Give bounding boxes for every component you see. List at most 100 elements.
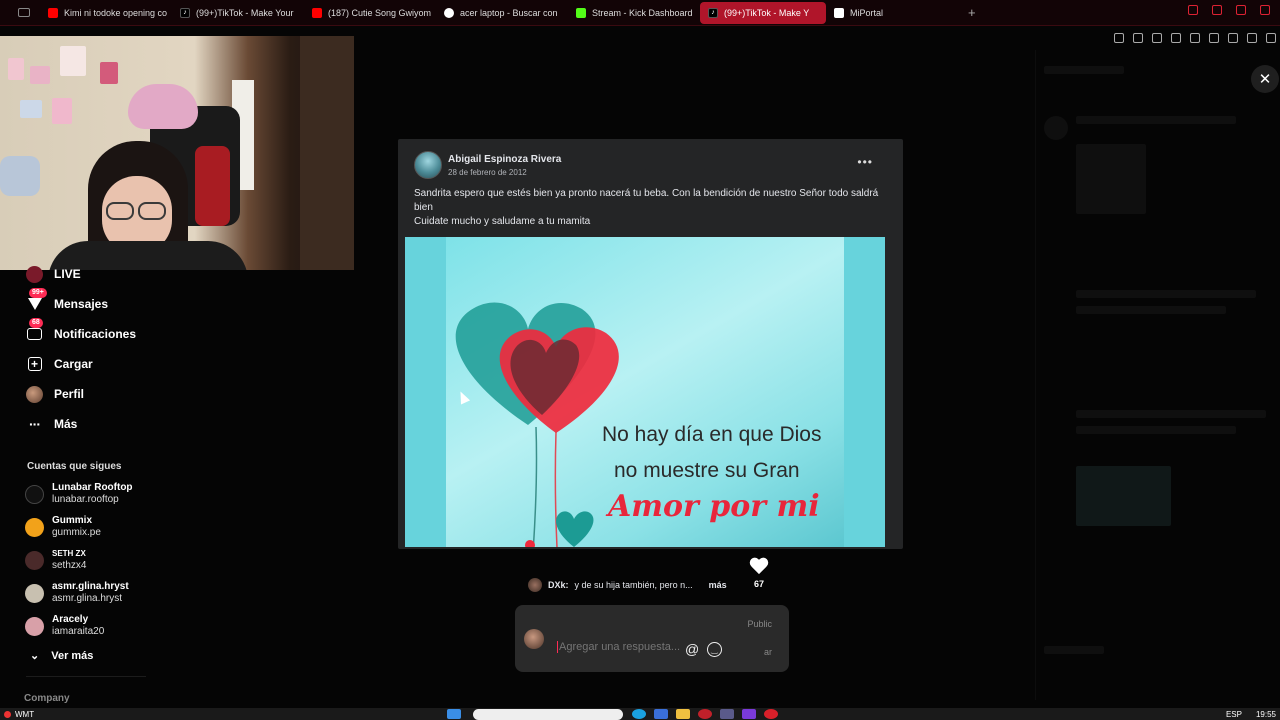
post-text-line: Cuidate mucho y saludame a tu mamita [414,216,591,227]
avatar [25,484,44,504]
close-window-icon[interactable] [1260,5,1270,15]
play-icon[interactable] [1190,33,1200,43]
nav-label: Cargar [54,357,93,371]
taskbar-widget[interactable]: WMT [4,710,34,719]
avatar [25,616,44,636]
twitch-icon[interactable] [742,709,756,719]
app-icon[interactable] [764,709,778,719]
language-indicator[interactable]: ESP [1226,710,1242,719]
tab-kick[interactable]: Stream - Kick Dashboard [568,2,700,24]
miportal-icon [834,7,844,18]
tab-label: Stream - Kick Dashboard [592,7,693,18]
post-date: 28 de febrero de 2012 [448,167,527,177]
live-icon [26,265,43,283]
nav-label: Notificaciones [54,327,137,341]
tab-tiktok-active[interactable]: ♪ (99+)TikTok - Make Y [700,1,826,24]
upload-icon: + [26,356,43,373]
nav-notifications[interactable]: 68 Notificaciones [26,317,137,344]
new-tab-button[interactable]: + [968,5,976,20]
nav-label: Mensajes [54,297,109,311]
avatar [25,583,44,603]
discord-icon[interactable] [720,709,734,719]
edge-icon[interactable] [632,709,646,719]
see-more-button[interactable]: ⌄ Ver más [30,649,94,663]
image-text-line: no muestre su Gran [614,459,800,482]
following-item[interactable]: Gummix gummix.pe [25,515,101,539]
tab-miportal[interactable]: MiPortal [826,2,946,24]
wallet-icon[interactable] [1228,33,1238,43]
company-link[interactable]: Company [24,693,70,704]
download-icon[interactable] [1247,33,1257,43]
send-icon: 99+ [26,287,47,313]
messages-badge: 99+ [29,287,47,298]
nav-live[interactable]: LIVE [26,264,81,284]
search-tabs-icon[interactable] [1188,5,1198,15]
heart-icon [750,558,768,574]
screenshot-icon[interactable] [1133,33,1143,43]
post-text-line: Sandrita espero que estés bien ya pronto… [414,188,879,213]
following-handle: sethzx4 [52,560,87,571]
emoji-icon[interactable]: ‿ [707,642,722,657]
avatar [25,550,44,570]
reply-input[interactable] [557,641,682,653]
nav-label: LIVE [54,267,81,281]
folder-icon[interactable] [676,709,690,719]
following-handle: iamaraita20 [52,626,105,637]
tab-acer-search[interactable]: acer laptop - Buscar con [436,2,568,24]
shield-icon[interactable] [1152,33,1162,43]
store-icon[interactable] [654,709,668,719]
tab-label: (187) Cutie Song Gwiyom [328,7,432,18]
tab-cutie-song[interactable]: (187) Cutie Song Gwiyom [304,2,436,24]
nav-more[interactable]: ··· Más [26,414,77,434]
taskbar-widget-label: WMT [15,710,35,719]
system-tray: ESP 19:55 [1226,710,1276,719]
following-item[interactable]: Aracely iamaraita20 [25,614,104,638]
following-item[interactable]: Lunabar Rooftop lunabar.rooftop [25,482,133,506]
comment-more-link[interactable]: más [709,580,727,590]
following-item[interactable]: asmr.glina.hryst asmr.glina.hryst [25,581,129,605]
window-menu-icon[interactable] [18,8,30,17]
nav-messages[interactable]: 99+ Mensajes [26,287,109,314]
post-card: Abigail Espinoza Rivera 28 de febrero de… [398,139,903,549]
post-author: Abigail Espinoza Rivera [448,153,562,165]
windows-taskbar: WMT ESP 19:55 [0,708,1280,720]
maximize-icon[interactable] [1236,5,1246,15]
nav-upload[interactable]: + Cargar [26,354,93,374]
avatar [25,517,44,537]
close-button[interactable]: ✕ [1251,65,1279,93]
windows-start-icon[interactable] [447,709,461,719]
avatar [528,578,542,592]
tab-tiktok-1[interactable]: ♪ (99+)TikTok - Make Your [172,2,304,24]
tiktok-sidebar: LIVE 99+ Mensajes 68 Notificaciones + Ca… [0,262,180,720]
comment-preview[interactable]: DXk: y de su hija también, pero n... más [528,578,727,592]
cube-icon[interactable] [1171,33,1181,43]
tab-label: acer laptop - Buscar con [460,7,558,18]
tiktok-icon: ♪ [180,7,190,18]
background-comments-panel [1035,50,1280,700]
nav-label: Más [54,417,78,431]
kick-icon [576,7,586,18]
heart-icon[interactable] [1209,33,1219,43]
tab-kimi[interactable]: Kimi ni todoke opening co [40,2,172,24]
taskbar-search[interactable] [473,709,623,720]
clock[interactable]: 19:55 [1256,710,1276,719]
mention-icon[interactable]: @ [685,641,699,657]
minimize-icon[interactable] [1212,5,1222,15]
divider [26,676,146,677]
tab-label: MiPortal [850,7,884,18]
pin-icon[interactable] [1114,33,1124,43]
menu-icon[interactable] [1266,33,1276,43]
image-text-line: No hay día en que Dios [602,423,822,446]
close-icon: ✕ [1258,71,1272,88]
following-item[interactable]: SETH ZX sethzx4 [25,548,86,572]
see-more-label: Ver más [51,649,94,662]
post-header: Abigail Espinoza Rivera 28 de febrero de… [414,151,561,179]
avatar [524,629,544,649]
opera-icon[interactable] [698,709,712,719]
taskbar-apps [447,709,461,719]
like-button[interactable]: 67 [748,558,770,589]
nav-profile[interactable]: Perfil [26,384,84,404]
tiktok-icon: ♪ [708,7,718,18]
taskbar-pinned [632,709,778,719]
nav-label: Perfil [54,387,85,401]
